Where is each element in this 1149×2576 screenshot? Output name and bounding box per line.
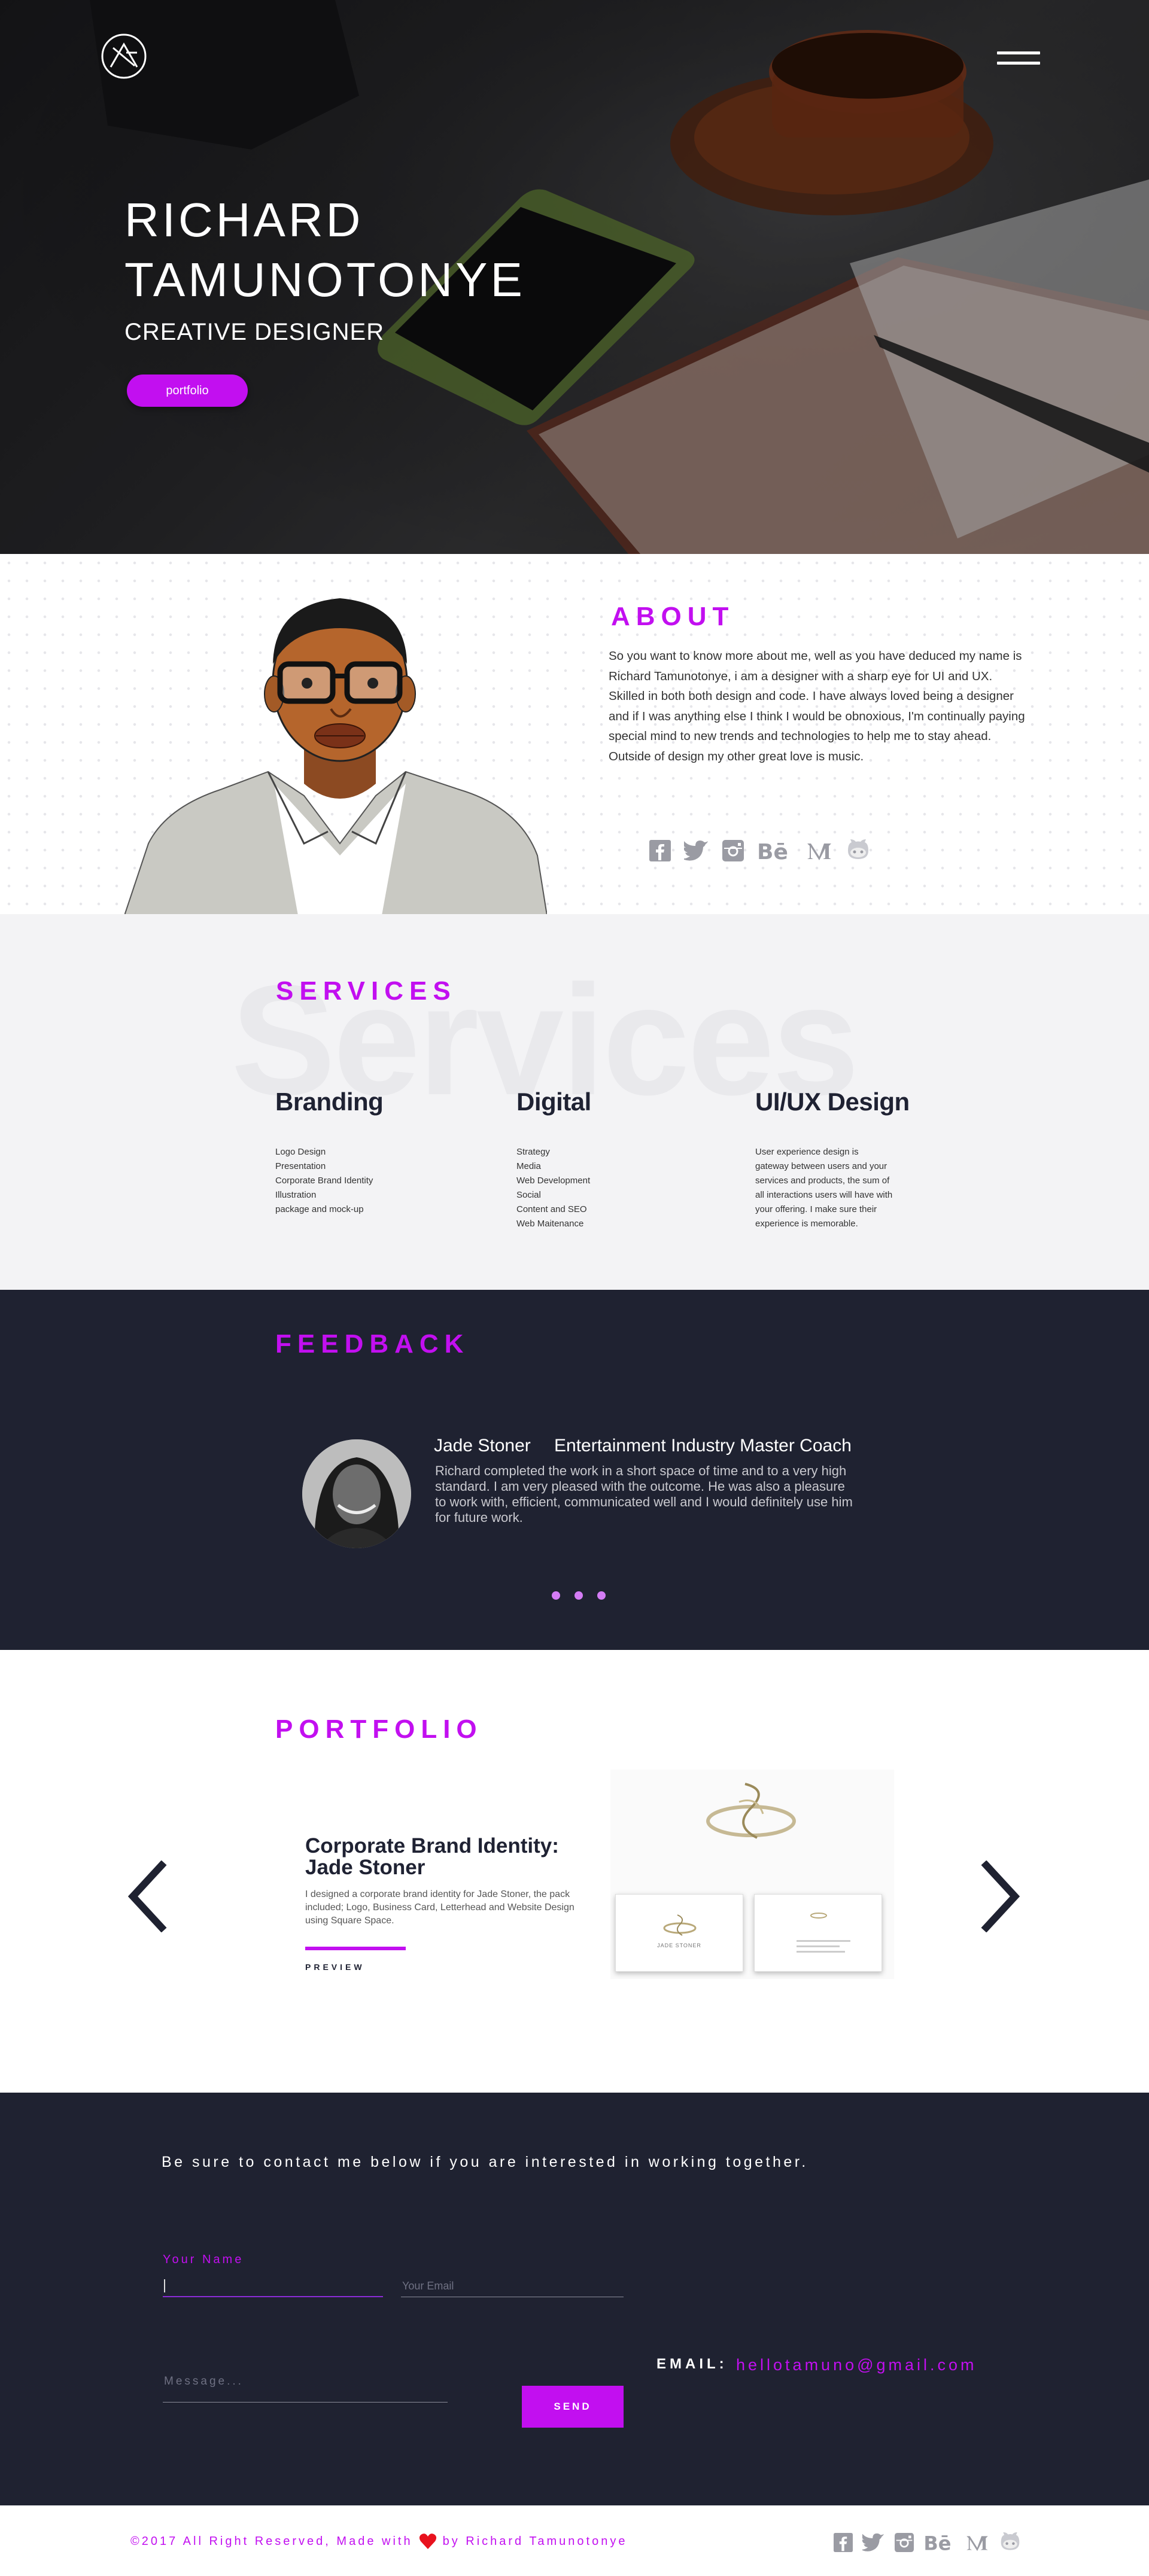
feedback-title: FEEDBACK [275,1329,470,1359]
chevron-left-icon[interactable] [126,1861,169,1932]
hero-name-line1: RICHARD [124,193,364,246]
copyright-left: ©2017 All Right Reserved, Made with [130,2534,413,2548]
carousel-dot[interactable] [552,1591,560,1600]
twitter-icon[interactable] [862,2533,885,2552]
about-title: ABOUT [611,602,735,631]
service-digital: Digital Strategy Media Web Development S… [516,1088,591,1231]
github-icon[interactable] [999,2532,1022,2553]
portfolio-button[interactable]: portfolio [127,374,248,407]
logo-icon[interactable] [100,32,148,80]
list-item: Logo Design [275,1147,326,1157]
facebook-icon[interactable] [834,2533,853,2552]
twitter-icon[interactable] [684,840,709,861]
portfolio-title: PORTFOLIO [275,1715,483,1744]
email-address-link[interactable]: hellotamuno@gmail.com [736,2356,977,2374]
copyright: ©2017 All Right Reserved, Made with by R… [130,2533,627,2550]
contact-section: Be sure to contact me below if you are i… [0,2093,1149,2505]
about-text: So you want to know more about me, well … [609,649,1025,763]
service-heading: UI/UX Design [755,1088,910,1116]
footer-social-links: Bē [834,2532,1022,2553]
portfolio-item-title: Corporate Brand Identity: Jade Stoner [305,1834,559,1879]
card-name: JADE STONER [657,1942,701,1948]
list-item: Presentation [275,1161,326,1171]
svg-text:Bē: Bē [757,840,788,861]
email-label: EMAIL: [656,2356,728,2372]
message-field[interactable] [163,2361,448,2403]
service-uiux: UI/UX Design User experience design is g… [755,1088,910,1231]
svg-text:Bē: Bē [923,2533,951,2552]
menu-line [997,51,1040,54]
contact-intro: Be sure to contact me below if you are i… [162,2154,808,2170]
list-item: package and mock-up [275,1204,364,1214]
service-branding: Branding Logo Design Presentation Corpor… [275,1088,384,1217]
footer: ©2017 All Right Reserved, Made with by R… [0,2505,1149,2576]
preview-link[interactable]: PREVIEW [305,1962,365,1972]
instagram-icon[interactable] [895,2533,914,2552]
text-caret [164,2279,165,2292]
list-item: Web Development [516,1176,591,1186]
medium-icon[interactable] [965,2533,989,2552]
service-heading: Branding [275,1088,384,1116]
card-logo [810,1913,827,1919]
chevron-right-icon[interactable] [979,1861,1022,1932]
about-section: ABOUT So you want to know more about me,… [0,554,1149,914]
jade-stoner-logo [706,1783,796,1839]
hero-role: CREATIVE DESIGNER [124,319,385,345]
list-item: Media [516,1161,541,1171]
card-lines [797,1940,850,1953]
testimonial-name: Jade Stoner [434,1436,531,1456]
service-list: Strategy Media Web Development Social Co… [516,1145,591,1231]
service-heading: Digital [516,1088,591,1116]
hero-name-line2: TAMUNOTONYE [124,253,525,306]
list-item: Content and SEO [516,1204,587,1214]
list-item: Illustration [275,1190,317,1200]
facebook-icon[interactable] [649,840,671,861]
carousel-dots [552,1591,606,1600]
send-button[interactable]: SEND [522,2386,624,2428]
carousel-dot[interactable] [597,1591,606,1600]
name-field[interactable] [163,2276,383,2297]
github-icon[interactable] [846,839,871,863]
feedback-section: FEEDBACK Jade Stoner Entertainment Indus… [0,1290,1149,1650]
hero-section: RICHARD TAMUNOTONYE CREATIVE DESIGNER po… [0,0,1149,554]
card-logo [663,1914,697,1936]
menu-line [997,62,1040,65]
list-item: Social [516,1190,541,1200]
list-item: Corporate Brand Identity [275,1176,373,1186]
service-description: User experience design is gateway betwee… [755,1147,893,1229]
testimonial-role: Entertainment Industry Master Coach [554,1436,852,1456]
about-social-links: Bē [649,839,871,863]
behance-icon[interactable]: Bē [757,840,793,861]
instagram-icon[interactable] [722,840,744,861]
service-list: Logo Design Presentation Corporate Brand… [275,1145,383,1217]
business-card-back [754,1894,882,1972]
copyright-right: by Richard Tamunotonye [442,2534,628,2548]
carousel-dot[interactable] [574,1591,583,1600]
portfolio-section: PORTFOLIO Corporate Brand Identity: Jade… [0,1650,1149,2093]
portfolio-item-description: I designed a corporate brand identity fo… [305,1889,574,1926]
portfolio-item-image[interactable]: JADE STONER [610,1770,894,1979]
medium-icon[interactable] [806,840,832,861]
hero-name: RICHARD TAMUNOTONYE [124,190,663,310]
services-section: Services SERVICES Branding Logo Design P… [0,914,1149,1290]
testimonial-photo [302,1439,411,1548]
business-card-front: JADE STONER [615,1894,743,1972]
testimonial-text: Richard completed the work in a short sp… [435,1463,853,1525]
email-field[interactable] [401,2276,624,2297]
behance-icon[interactable]: Bē [923,2533,956,2552]
portfolio-accent-bar [305,1947,406,1950]
list-item: Strategy [516,1147,550,1157]
heart-icon [419,2534,436,2549]
name-field-label: Your Name [163,2253,244,2266]
avatar [302,1439,411,1548]
list-item: Web Maitenance [516,1219,584,1229]
services-title: SERVICES [276,976,457,1006]
avatar-illustration [124,598,547,914]
hamburger-menu-icon[interactable] [997,51,1040,66]
